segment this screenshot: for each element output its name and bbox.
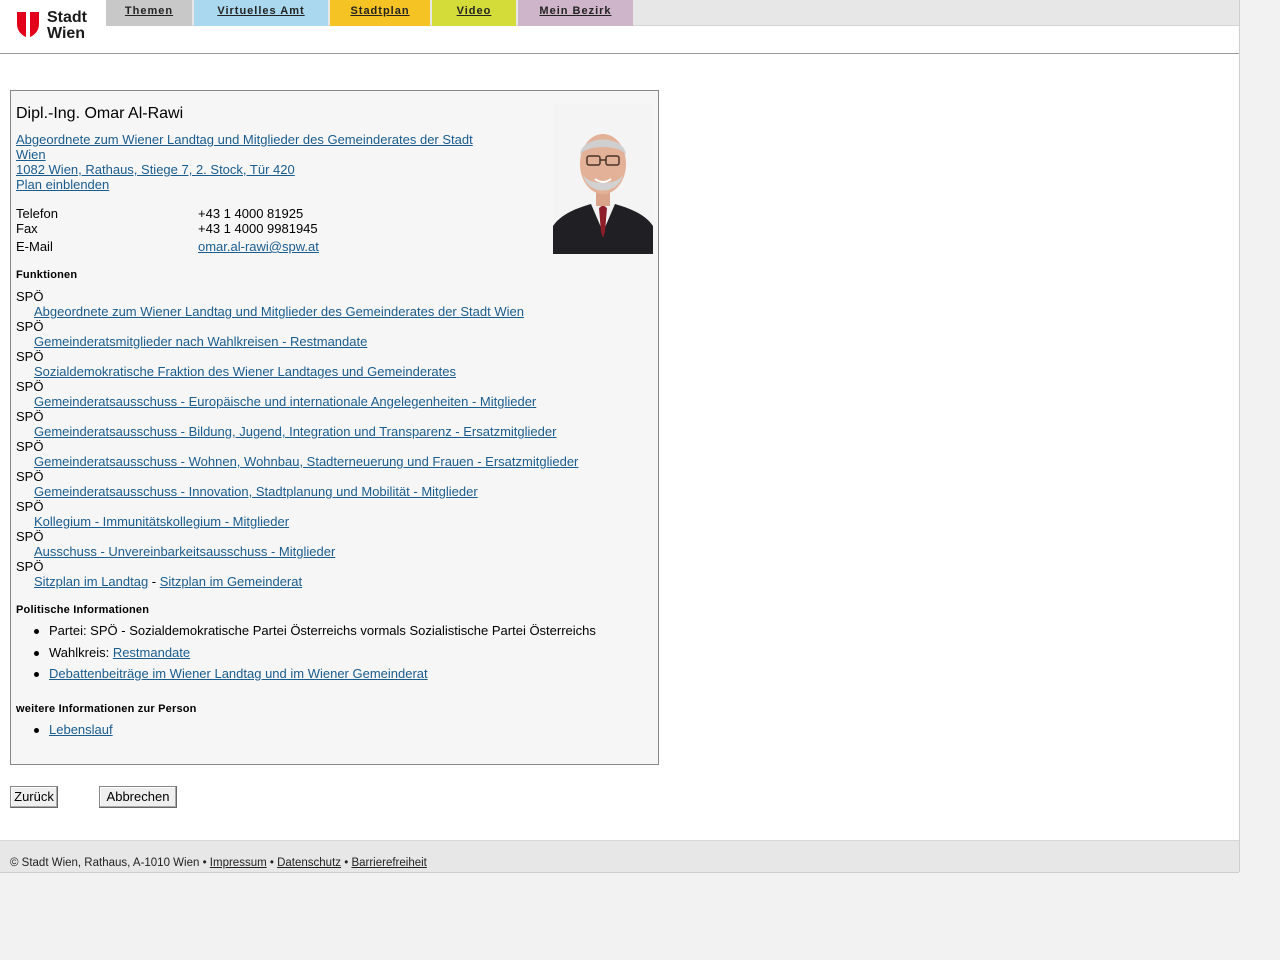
logo-line-wien: Wien	[47, 25, 86, 42]
tab-virtuelles-amt[interactable]: Virtuelles Amt	[194, 0, 328, 26]
sitzplan-landtag-link[interactable]: Sitzplan im Landtag	[34, 574, 148, 589]
function-link[interactable]: Gemeinderatsausschuss - Wohnen, Wohnbau,…	[34, 454, 578, 469]
org-link-line2[interactable]: Wien	[16, 147, 46, 162]
fax-value: +43 1 4000 9981945	[198, 221, 318, 236]
function-link[interactable]: Kollegium - Immunitätskollegium - Mitgli…	[34, 514, 289, 529]
footer-impressum-link[interactable]: Impressum	[210, 857, 267, 869]
footer-datenschutz-link[interactable]: Datenschutz	[277, 857, 341, 869]
stadt-wien-logo[interactable]: Stadt Wien	[16, 10, 96, 42]
function-party: SPÖ	[16, 409, 44, 424]
wahlkreis-info: Wahlkreis: Restmandate	[49, 645, 190, 660]
function-party: SPÖ	[16, 289, 44, 304]
fax-label: Fax	[16, 221, 38, 236]
bullet	[34, 629, 39, 634]
portrait-image	[553, 104, 653, 254]
footer-copyright: © Stadt Wien, Rathaus, A-1010 Wien •	[10, 857, 210, 869]
function-link[interactable]: Ausschuss - Unvereinbarkeitsausschuss - …	[34, 544, 335, 559]
org-link-line1[interactable]: Abgeordnete zum Wiener Landtag und Mitgl…	[16, 132, 473, 147]
function-party: SPÖ	[16, 439, 44, 454]
function-party: SPÖ	[16, 469, 44, 484]
lebenslauf-link[interactable]: Lebenslauf	[49, 722, 113, 737]
function-link[interactable]: Sozialdemokratische Fraktion des Wiener …	[34, 364, 456, 379]
function-link[interactable]: Abgeordnete zum Wiener Landtag und Mitgl…	[34, 304, 524, 319]
page: Stadt Wien Themen Virtuelles Amt Stadtpl…	[0, 0, 1240, 873]
sitzplan-row: Sitzplan im Landtag - Sitzplan im Gemein…	[34, 574, 302, 589]
function-party: SPÖ	[16, 319, 44, 334]
tab-stadtplan[interactable]: Stadtplan	[330, 0, 430, 26]
phone-label: Telefon	[16, 206, 58, 221]
party-info: Partei: SPÖ - Sozialdemokratische Partei…	[49, 623, 596, 638]
wahlkreis-link[interactable]: Restmandate	[113, 645, 190, 660]
tab-video[interactable]: Video	[432, 0, 516, 26]
function-party: SPÖ	[16, 499, 44, 514]
wahlkreis-label: Wahlkreis:	[49, 645, 113, 660]
footer-barrierefreiheit-link[interactable]: Barrierefreiheit	[351, 857, 426, 869]
sitzplan-gemeinderat-link[interactable]: Sitzplan im Gemeinderat	[160, 574, 302, 589]
person-detail-card: Dipl.-Ing. Omar Al-Rawi Abgeordnete zum …	[10, 90, 659, 765]
sitzplan-separator: -	[148, 574, 160, 589]
functions-heading: Funktionen	[16, 269, 78, 281]
tab-mein-bezirk[interactable]: Mein Bezirk	[518, 0, 633, 26]
function-party: SPÖ	[16, 379, 44, 394]
function-party: SPÖ	[16, 559, 44, 574]
email-label: E-Mail	[16, 239, 53, 254]
site-footer: © Stadt Wien, Rathaus, A-1010 Wien • Imp…	[0, 840, 1239, 873]
back-button[interactable]: Zurück	[10, 786, 58, 808]
wien-shield-icon	[17, 12, 39, 38]
address-link[interactable]: 1082 Wien, Rathaus, Stiege 7, 2. Stock, …	[16, 162, 295, 177]
person-photo	[553, 104, 653, 254]
bullet	[34, 728, 39, 733]
footer-separator: •	[341, 857, 352, 869]
logo-line-stadt: Stadt	[47, 9, 87, 26]
political-info-heading: Politische Informationen	[16, 604, 150, 616]
function-link[interactable]: Gemeinderatsausschuss - Europäische und …	[34, 394, 536, 409]
show-plan-link[interactable]: Plan einblenden	[16, 177, 109, 192]
function-link[interactable]: Gemeinderatsausschuss - Bildung, Jugend,…	[34, 424, 556, 439]
more-info-heading: weitere Informationen zur Person	[16, 703, 197, 715]
function-party: SPÖ	[16, 529, 44, 544]
tab-themen[interactable]: Themen	[106, 0, 192, 26]
main-navigation: Themen Virtuelles Amt Stadtplan Video Me…	[106, 0, 1239, 26]
function-party: SPÖ	[16, 349, 44, 364]
function-link[interactable]: Gemeinderatsausschuss - Innovation, Stad…	[34, 484, 478, 499]
phone-value: +43 1 4000 81925	[198, 206, 304, 221]
cancel-button[interactable]: Abbrechen	[99, 786, 177, 808]
debatten-link[interactable]: Debattenbeiträge im Wiener Landtag und i…	[49, 666, 428, 681]
bullet	[34, 651, 39, 656]
email-link[interactable]: omar.al-rawi@spw.at	[198, 239, 319, 254]
bullet	[34, 672, 39, 677]
site-header: Stadt Wien Themen Virtuelles Amt Stadtpl…	[0, 0, 1239, 54]
function-link[interactable]: Gemeinderatsmitglieder nach Wahlkreisen …	[34, 334, 367, 349]
person-name: Dipl.-Ing. Omar Al-Rawi	[16, 105, 184, 122]
footer-separator: •	[266, 857, 278, 869]
